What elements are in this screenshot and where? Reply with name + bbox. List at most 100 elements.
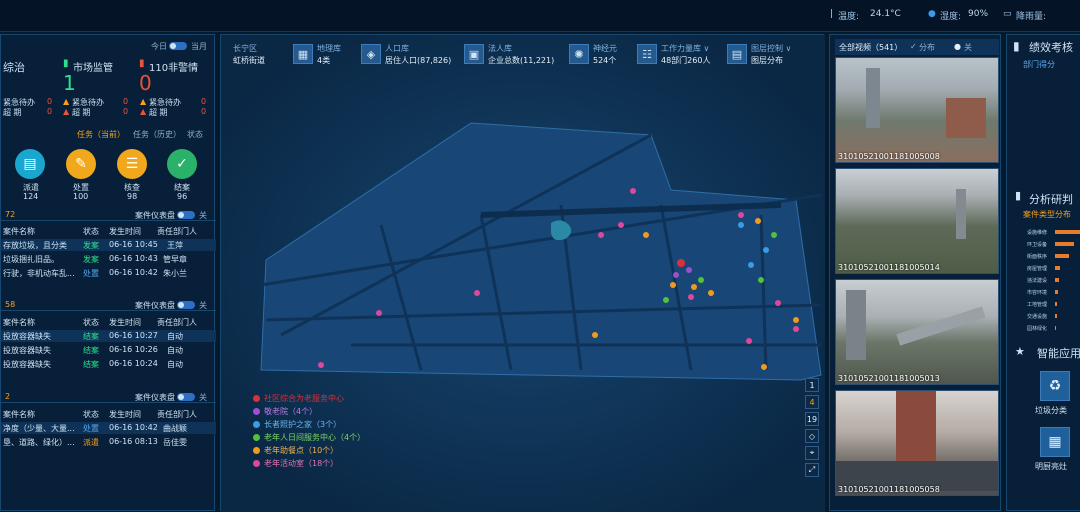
legend-item[interactable]: 社区综合为老服务中心 bbox=[253, 393, 344, 404]
workforce-icon: ☷ bbox=[637, 44, 657, 64]
dashboard-label: 案件仪表盘 bbox=[135, 211, 175, 220]
period-toggle[interactable] bbox=[169, 41, 187, 50]
table-row[interactable]: 投放容器缺失 结案 06-16 10:24 自动 bbox=[1, 358, 216, 370]
legend-item[interactable]: 长者照护之家（3个） bbox=[253, 419, 341, 430]
category-market[interactable]: 市场监管 bbox=[73, 59, 113, 74]
case-type-distribution-tab[interactable]: 案件类型分布 bbox=[1023, 209, 1071, 220]
toggle-off-label: 关 bbox=[199, 301, 207, 310]
tab-current-tasks[interactable]: 任务（当前） bbox=[77, 129, 125, 140]
stat-title: 工作力量库 ∨ bbox=[661, 44, 710, 53]
section-count: 2 bbox=[5, 392, 11, 401]
urgent-count: 0 bbox=[47, 97, 53, 106]
checklist-icon[interactable]: ☰ bbox=[117, 149, 147, 179]
dashboard-toggle[interactable] bbox=[177, 392, 195, 401]
bar[interactable] bbox=[1055, 266, 1060, 270]
bar[interactable] bbox=[1055, 302, 1057, 306]
zoom-level-1[interactable]: 1 bbox=[805, 378, 819, 392]
bar[interactable] bbox=[1055, 230, 1080, 234]
locate-icon[interactable]: ⌖ bbox=[805, 446, 819, 460]
case-status: 处置 bbox=[83, 424, 99, 433]
tab-state[interactable]: 状态 bbox=[187, 129, 203, 140]
stat-value: 48部门260人 bbox=[661, 56, 711, 65]
zoom-level-4[interactable]: 4 bbox=[805, 395, 819, 409]
110-count: 0 bbox=[139, 71, 152, 95]
case-name: 垦、道路、绿化）... bbox=[3, 438, 75, 447]
table-row[interactable]: 垃圾捆扎旧品。 发案 06-16 10:43 管早章 bbox=[1, 253, 216, 265]
month-label[interactable]: 当月 bbox=[191, 41, 207, 52]
camera-feed[interactable]: 31010521001181005008 bbox=[835, 57, 999, 163]
warning-icon: ▲ bbox=[63, 97, 70, 106]
category-110[interactable]: 110非警情 bbox=[149, 59, 198, 74]
department-score-tab[interactable]: 部门得分 bbox=[1023, 59, 1055, 70]
tab-history-tasks[interactable]: 任务（历史） bbox=[133, 129, 181, 140]
table-row[interactable]: 净度（少量、大量... 处置 06-16 10:42 曲战颖 bbox=[1, 422, 216, 434]
bar[interactable] bbox=[1055, 290, 1058, 294]
garbage-sort-icon[interactable]: ♻ bbox=[1040, 371, 1070, 401]
toggle-off-label: 关 bbox=[199, 211, 207, 220]
tab-off[interactable]: 关 bbox=[964, 42, 972, 53]
legend-label: 社区综合为老服务中心 bbox=[264, 394, 344, 403]
star-icon: ★ bbox=[1015, 345, 1025, 358]
bar[interactable] bbox=[1055, 314, 1057, 318]
legend-label: 敬老院（4个） bbox=[264, 407, 318, 416]
bar[interactable] bbox=[1055, 254, 1069, 258]
overpass-silhouette bbox=[896, 306, 986, 346]
table-row[interactable]: 行驶，非机动车乱... 处置 06-16 10:42 朱小兰 bbox=[1, 267, 216, 279]
zoom-level-19[interactable]: 19 bbox=[805, 412, 819, 426]
col-status: 状态 bbox=[83, 410, 99, 419]
building-silhouette bbox=[846, 290, 866, 360]
bar[interactable] bbox=[1055, 242, 1074, 246]
alarm-icon: ▮ bbox=[139, 58, 145, 69]
stat-value: 企业总数(11,221) bbox=[488, 56, 555, 65]
case-status: 结案 bbox=[83, 332, 99, 341]
3d-icon[interactable]: ◇ bbox=[805, 429, 819, 443]
clock-icon: ▲ bbox=[63, 107, 70, 116]
radio-icon[interactable]: ● bbox=[954, 42, 961, 51]
stat-title: 地理库 bbox=[317, 44, 341, 53]
wrench-icon[interactable]: ✎ bbox=[66, 149, 96, 179]
tab-all-videos[interactable]: 全部视频（541） bbox=[839, 42, 902, 53]
legend-item[interactable]: 老年人日间服务中心（4个） bbox=[253, 432, 365, 443]
kitchen-label[interactable]: 明厨亮灶 bbox=[1035, 461, 1067, 472]
street-label[interactable]: 虹桥街道 bbox=[233, 55, 265, 66]
map-layer-icon: ▦ bbox=[293, 44, 313, 64]
rainfall-label: 降雨量: bbox=[1016, 12, 1047, 22]
table-row[interactable]: 垦、道路、绿化）... 派遣 06-16 08:13 岳佳雯 bbox=[1, 436, 216, 448]
case-owner: 自动 bbox=[167, 360, 183, 369]
camera-feed[interactable]: 31010521001181005058 bbox=[835, 390, 999, 496]
category-governance[interactable]: 综治 bbox=[3, 59, 25, 75]
camera-feed[interactable]: 31010521001181005014 bbox=[835, 168, 999, 274]
document-icon[interactable]: ▤ bbox=[15, 149, 45, 179]
case-status: 发案 bbox=[83, 241, 99, 250]
case-status: 派遣 bbox=[83, 438, 99, 447]
urgent-count: 0 bbox=[201, 97, 207, 106]
bar[interactable] bbox=[1055, 278, 1059, 282]
humidity-icon: ● bbox=[928, 9, 936, 19]
kitchen-camera-icon[interactable]: ▦ bbox=[1040, 427, 1070, 457]
check-icon[interactable]: ✓ bbox=[167, 149, 197, 179]
table-row[interactable]: 投放容器缺失 结案 06-16 10:26 自动 bbox=[1, 344, 216, 356]
case-name: 投放容器缺失 bbox=[3, 332, 51, 341]
camera-feed[interactable]: 31010521001181005013 bbox=[835, 279, 999, 385]
dashboard-toggle[interactable] bbox=[177, 210, 195, 219]
building-silhouette bbox=[866, 68, 880, 128]
dashboard-toggle[interactable] bbox=[177, 300, 195, 309]
garbage-sort-label[interactable]: 垃圾分类 bbox=[1035, 405, 1067, 416]
case-time: 06-16 08:13 bbox=[109, 437, 158, 446]
legend-item[interactable]: 老年活动室（18个） bbox=[253, 458, 338, 469]
camera-id: 31010521001181005014 bbox=[838, 263, 940, 272]
table-row[interactable]: 存放垃圾，且分类 发案 06-16 10:45 王萍 bbox=[1, 239, 216, 251]
today-label[interactable]: 今日 bbox=[151, 41, 167, 52]
fullscreen-icon[interactable]: ⤢ bbox=[805, 463, 819, 477]
bar[interactable] bbox=[1055, 326, 1056, 330]
col-owner: 责任部门人 bbox=[157, 227, 197, 236]
case-owner: 自动 bbox=[167, 346, 183, 355]
legend-item[interactable]: 老年助餐点（10个） bbox=[253, 445, 338, 456]
stat-value: 4类 bbox=[317, 56, 331, 65]
table-row[interactable]: 投放容器缺失 结案 06-16 10:27 自动 bbox=[1, 330, 216, 342]
tab-distribution[interactable]: 分布 bbox=[919, 42, 935, 53]
bar-label: 园林绿化 bbox=[1027, 326, 1048, 332]
case-owner: 王萍 bbox=[167, 241, 183, 250]
case-section-1-header: 72 案件仪表盘 关 bbox=[1, 207, 216, 221]
legend-item[interactable]: 敬老院（4个） bbox=[253, 406, 317, 417]
